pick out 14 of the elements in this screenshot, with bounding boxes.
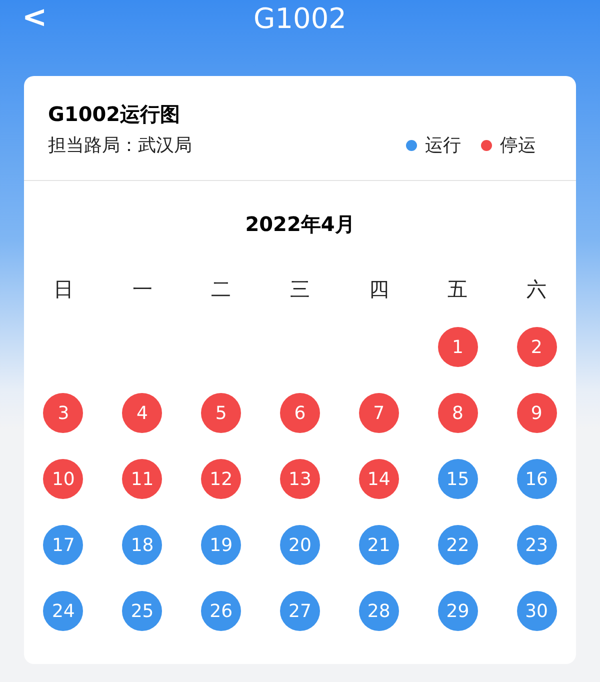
legend-label: 停运 <box>500 134 536 158</box>
month-title: 2022年4月 <box>245 211 355 238</box>
weekday-label: 五 <box>448 276 468 303</box>
legend-label: 运行 <box>425 134 461 158</box>
weekday-label: 六 <box>526 276 547 303</box>
weekday-label: 三 <box>290 276 310 303</box>
card-title: G1002运行图 <box>48 101 182 128</box>
back-button[interactable]: < <box>22 0 48 36</box>
weekday-label: 日 <box>53 276 74 303</box>
bureau-label: 担当路局：武汉局 <box>48 134 192 158</box>
weekday-label: 一 <box>132 276 152 303</box>
weekday-label: 二 <box>211 276 232 303</box>
weekday-label: 四 <box>368 276 389 303</box>
page-title: G1002 <box>254 1 346 37</box>
